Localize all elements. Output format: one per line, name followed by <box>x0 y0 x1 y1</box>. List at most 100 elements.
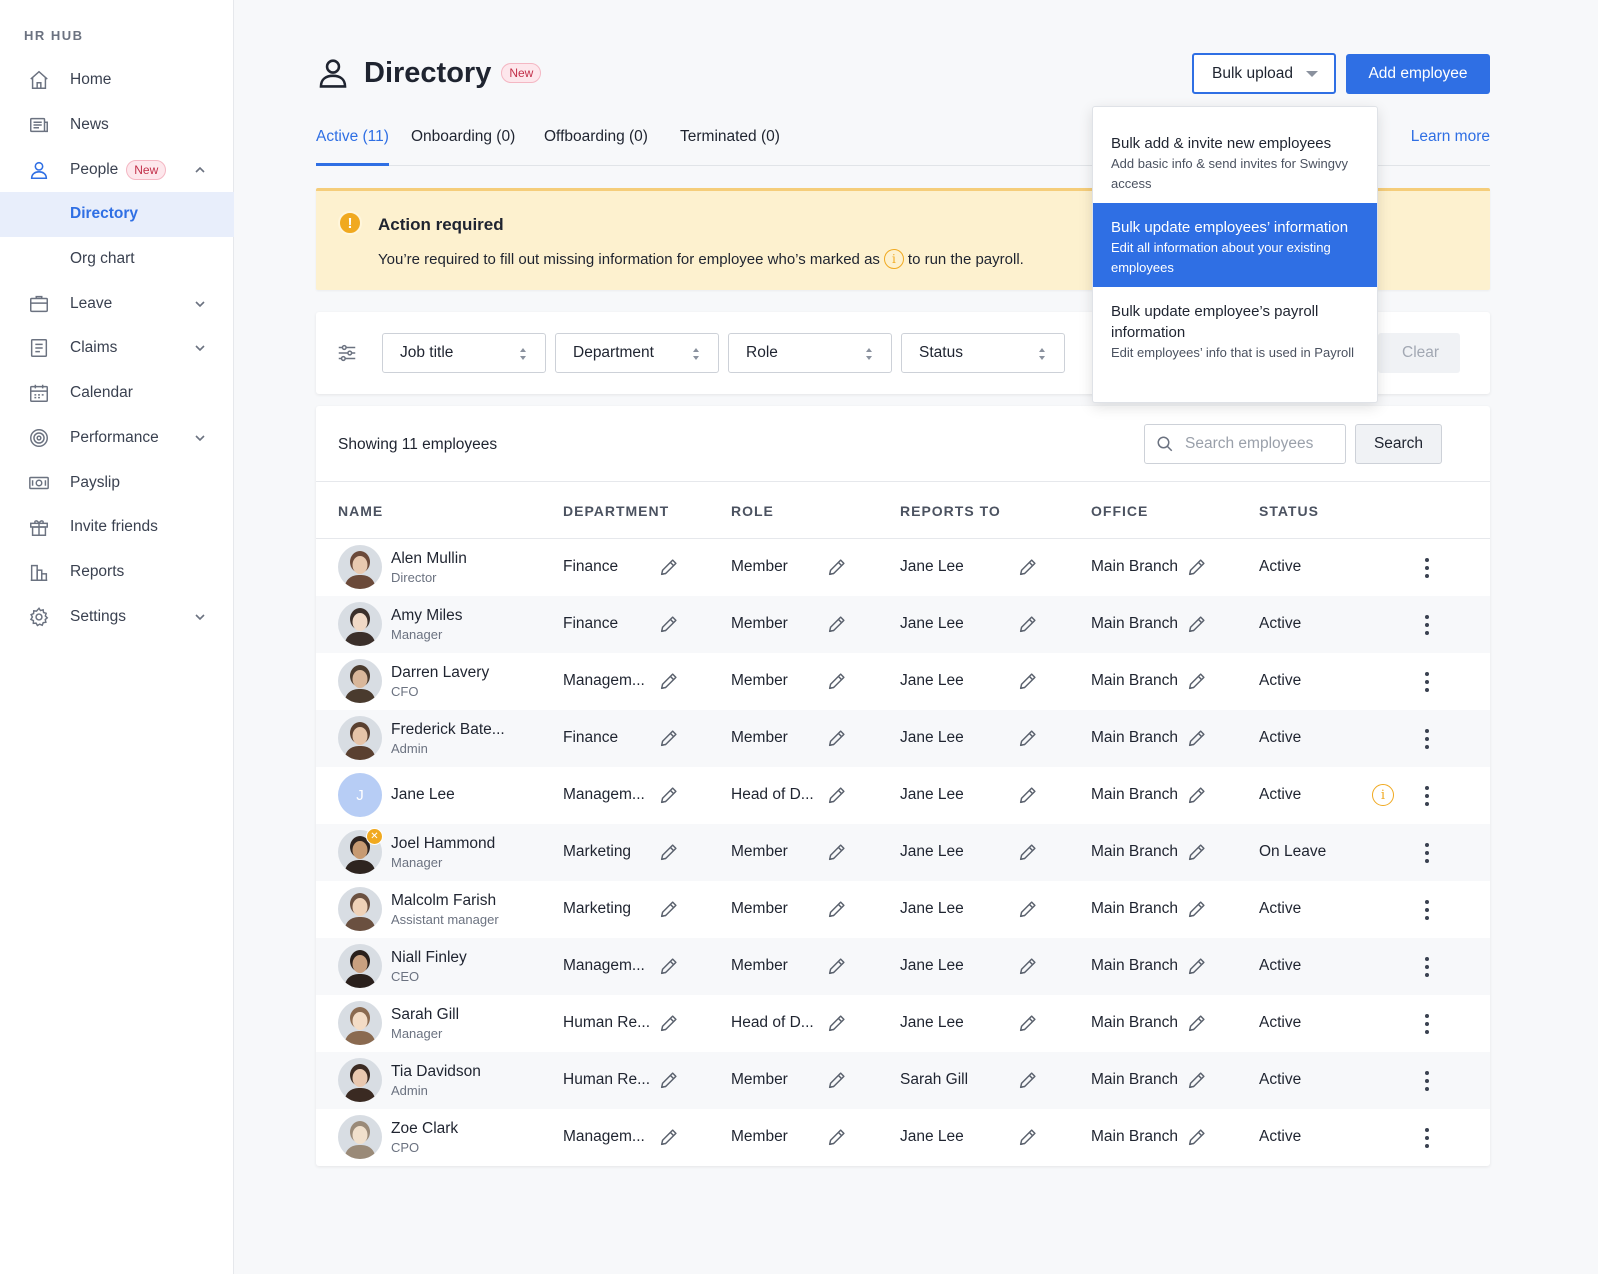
edit-department-pencil-icon[interactable] <box>658 613 680 635</box>
edit-reports-to-pencil-icon[interactable] <box>1017 1069 1039 1091</box>
chevron-down-icon[interactable] <box>194 298 206 310</box>
employee-name[interactable]: Amy Miles <box>391 607 462 625</box>
sidebar-item-directory[interactable]: Directory <box>0 192 234 237</box>
table-row[interactable]: J Jane Lee Managem... Head of D... Jane … <box>316 767 1490 824</box>
menu-item-bulk-add[interactable]: Bulk add & invite new employees Add basi… <box>1093 133 1377 194</box>
more-options-icon[interactable] <box>1422 955 1432 977</box>
job-title-select[interactable]: Job title <box>382 333 546 373</box>
employee-name[interactable]: Tia Davidson <box>391 1063 481 1081</box>
edit-office-pencil-icon[interactable] <box>1186 898 1208 920</box>
edit-reports-to-pencil-icon[interactable] <box>1017 898 1039 920</box>
search-button[interactable]: Search <box>1355 424 1442 464</box>
search-field[interactable] <box>1144 424 1346 464</box>
edit-reports-to-pencil-icon[interactable] <box>1017 1012 1039 1034</box>
edit-role-pencil-icon[interactable] <box>826 670 848 692</box>
column-header-name[interactable]: NAME <box>338 503 383 519</box>
edit-office-pencil-icon[interactable] <box>1186 841 1208 863</box>
edit-department-pencil-icon[interactable] <box>658 898 680 920</box>
edit-office-pencil-icon[interactable] <box>1186 955 1208 977</box>
sidebar-item-people[interactable]: People New <box>0 147 234 192</box>
more-options-icon[interactable] <box>1422 841 1432 863</box>
more-options-icon[interactable] <box>1422 727 1432 749</box>
column-header-office[interactable]: OFFICE <box>1091 503 1148 519</box>
edit-reports-to-pencil-icon[interactable] <box>1017 670 1039 692</box>
edit-office-pencil-icon[interactable] <box>1186 1126 1208 1148</box>
sidebar-item-home[interactable]: Home <box>0 58 234 103</box>
table-row[interactable]: ✕ Joel Hammond Manager Marketing Member … <box>316 824 1490 881</box>
sliders-icon[interactable] <box>336 342 358 364</box>
chevron-down-icon[interactable] <box>194 611 206 623</box>
edit-role-pencil-icon[interactable] <box>826 613 848 635</box>
sidebar-item-invite-friends[interactable]: Invite friends <box>0 505 234 550</box>
employee-name[interactable]: Sarah Gill <box>391 1006 459 1024</box>
table-row[interactable]: Darren Lavery CFO Managem... Member Jane… <box>316 653 1490 710</box>
column-header-status[interactable]: STATUS <box>1259 503 1319 519</box>
employee-name[interactable]: Joel Hammond <box>391 835 495 853</box>
clear-filters-button[interactable]: Clear <box>1378 333 1460 373</box>
role-select[interactable]: Role <box>728 333 892 373</box>
employee-name[interactable]: Darren Lavery <box>391 664 489 682</box>
tab-offboarding[interactable]: Offboarding (0) <box>544 128 648 146</box>
edit-reports-to-pencil-icon[interactable] <box>1017 1126 1039 1148</box>
employee-name[interactable]: Zoe Clark <box>391 1120 458 1138</box>
edit-role-pencil-icon[interactable] <box>826 1012 848 1034</box>
more-options-icon[interactable] <box>1422 670 1432 692</box>
edit-role-pencil-icon[interactable] <box>826 898 848 920</box>
sidebar-item-calendar[interactable]: Calendar <box>0 371 234 416</box>
learn-more-link[interactable]: Learn more <box>1411 128 1490 146</box>
menu-item-bulk-update-payroll[interactable]: Bulk update employee’s payroll informati… <box>1093 301 1377 363</box>
edit-department-pencil-icon[interactable] <box>658 1069 680 1091</box>
edit-department-pencil-icon[interactable] <box>658 670 680 692</box>
edit-role-pencil-icon[interactable] <box>826 1126 848 1148</box>
table-row[interactable]: Amy Miles Manager Finance Member Jane Le… <box>316 596 1490 653</box>
edit-role-pencil-icon[interactable] <box>826 784 848 806</box>
column-header-department[interactable]: DEPARTMENT <box>563 503 669 519</box>
edit-office-pencil-icon[interactable] <box>1186 670 1208 692</box>
column-header-reports-to[interactable]: REPORTS TO <box>900 503 1001 519</box>
more-options-icon[interactable] <box>1422 898 1432 920</box>
edit-reports-to-pencil-icon[interactable] <box>1017 556 1039 578</box>
edit-reports-to-pencil-icon[interactable] <box>1017 784 1039 806</box>
edit-reports-to-pencil-icon[interactable] <box>1017 727 1039 749</box>
sidebar-item-leave[interactable]: Leave <box>0 281 234 326</box>
edit-role-pencil-icon[interactable] <box>826 841 848 863</box>
add-employee-button[interactable]: Add employee <box>1346 54 1490 94</box>
tab-active[interactable]: Active (11) <box>316 128 389 146</box>
more-options-icon[interactable] <box>1422 556 1432 578</box>
employee-name[interactable]: Jane Lee <box>391 786 455 804</box>
edit-role-pencil-icon[interactable] <box>826 727 848 749</box>
edit-department-pencil-icon[interactable] <box>658 841 680 863</box>
tab-terminated[interactable]: Terminated (0) <box>680 128 780 146</box>
chevron-down-icon[interactable] <box>194 432 206 444</box>
employee-name[interactable]: Alen Mullin <box>391 550 467 568</box>
edit-role-pencil-icon[interactable] <box>826 955 848 977</box>
department-select[interactable]: Department <box>555 333 719 373</box>
edit-department-pencil-icon[interactable] <box>658 955 680 977</box>
sidebar-item-org-chart[interactable]: Org chart <box>0 237 234 282</box>
table-row[interactable]: Niall Finley CEO Managem... Member Jane … <box>316 938 1490 995</box>
more-options-icon[interactable] <box>1422 1126 1432 1148</box>
table-row[interactable]: Malcolm Farish Assistant manager Marketi… <box>316 881 1490 938</box>
table-row[interactable]: Sarah Gill Manager Human Re... Head of D… <box>316 995 1490 1052</box>
edit-department-pencil-icon[interactable] <box>658 556 680 578</box>
edit-office-pencil-icon[interactable] <box>1186 613 1208 635</box>
info-icon[interactable]: i <box>1372 784 1394 806</box>
edit-department-pencil-icon[interactable] <box>658 1126 680 1148</box>
edit-department-pencil-icon[interactable] <box>658 727 680 749</box>
edit-department-pencil-icon[interactable] <box>658 1012 680 1034</box>
edit-role-pencil-icon[interactable] <box>826 556 848 578</box>
edit-reports-to-pencil-icon[interactable] <box>1017 613 1039 635</box>
edit-office-pencil-icon[interactable] <box>1186 784 1208 806</box>
edit-department-pencil-icon[interactable] <box>658 784 680 806</box>
more-options-icon[interactable] <box>1422 613 1432 635</box>
menu-item-bulk-update-info[interactable]: Bulk update employees’ information Edit … <box>1093 203 1377 287</box>
status-select[interactable]: Status <box>901 333 1065 373</box>
employee-name[interactable]: Frederick Bate... <box>391 721 505 739</box>
edit-office-pencil-icon[interactable] <box>1186 727 1208 749</box>
more-options-icon[interactable] <box>1422 1012 1432 1034</box>
sidebar-item-settings[interactable]: Settings <box>0 594 234 639</box>
sidebar-item-news[interactable]: News <box>0 103 234 148</box>
sidebar-item-reports[interactable]: Reports <box>0 550 234 595</box>
bulk-upload-button[interactable]: Bulk upload <box>1192 53 1336 94</box>
sidebar-item-claims[interactable]: Claims <box>0 326 234 371</box>
